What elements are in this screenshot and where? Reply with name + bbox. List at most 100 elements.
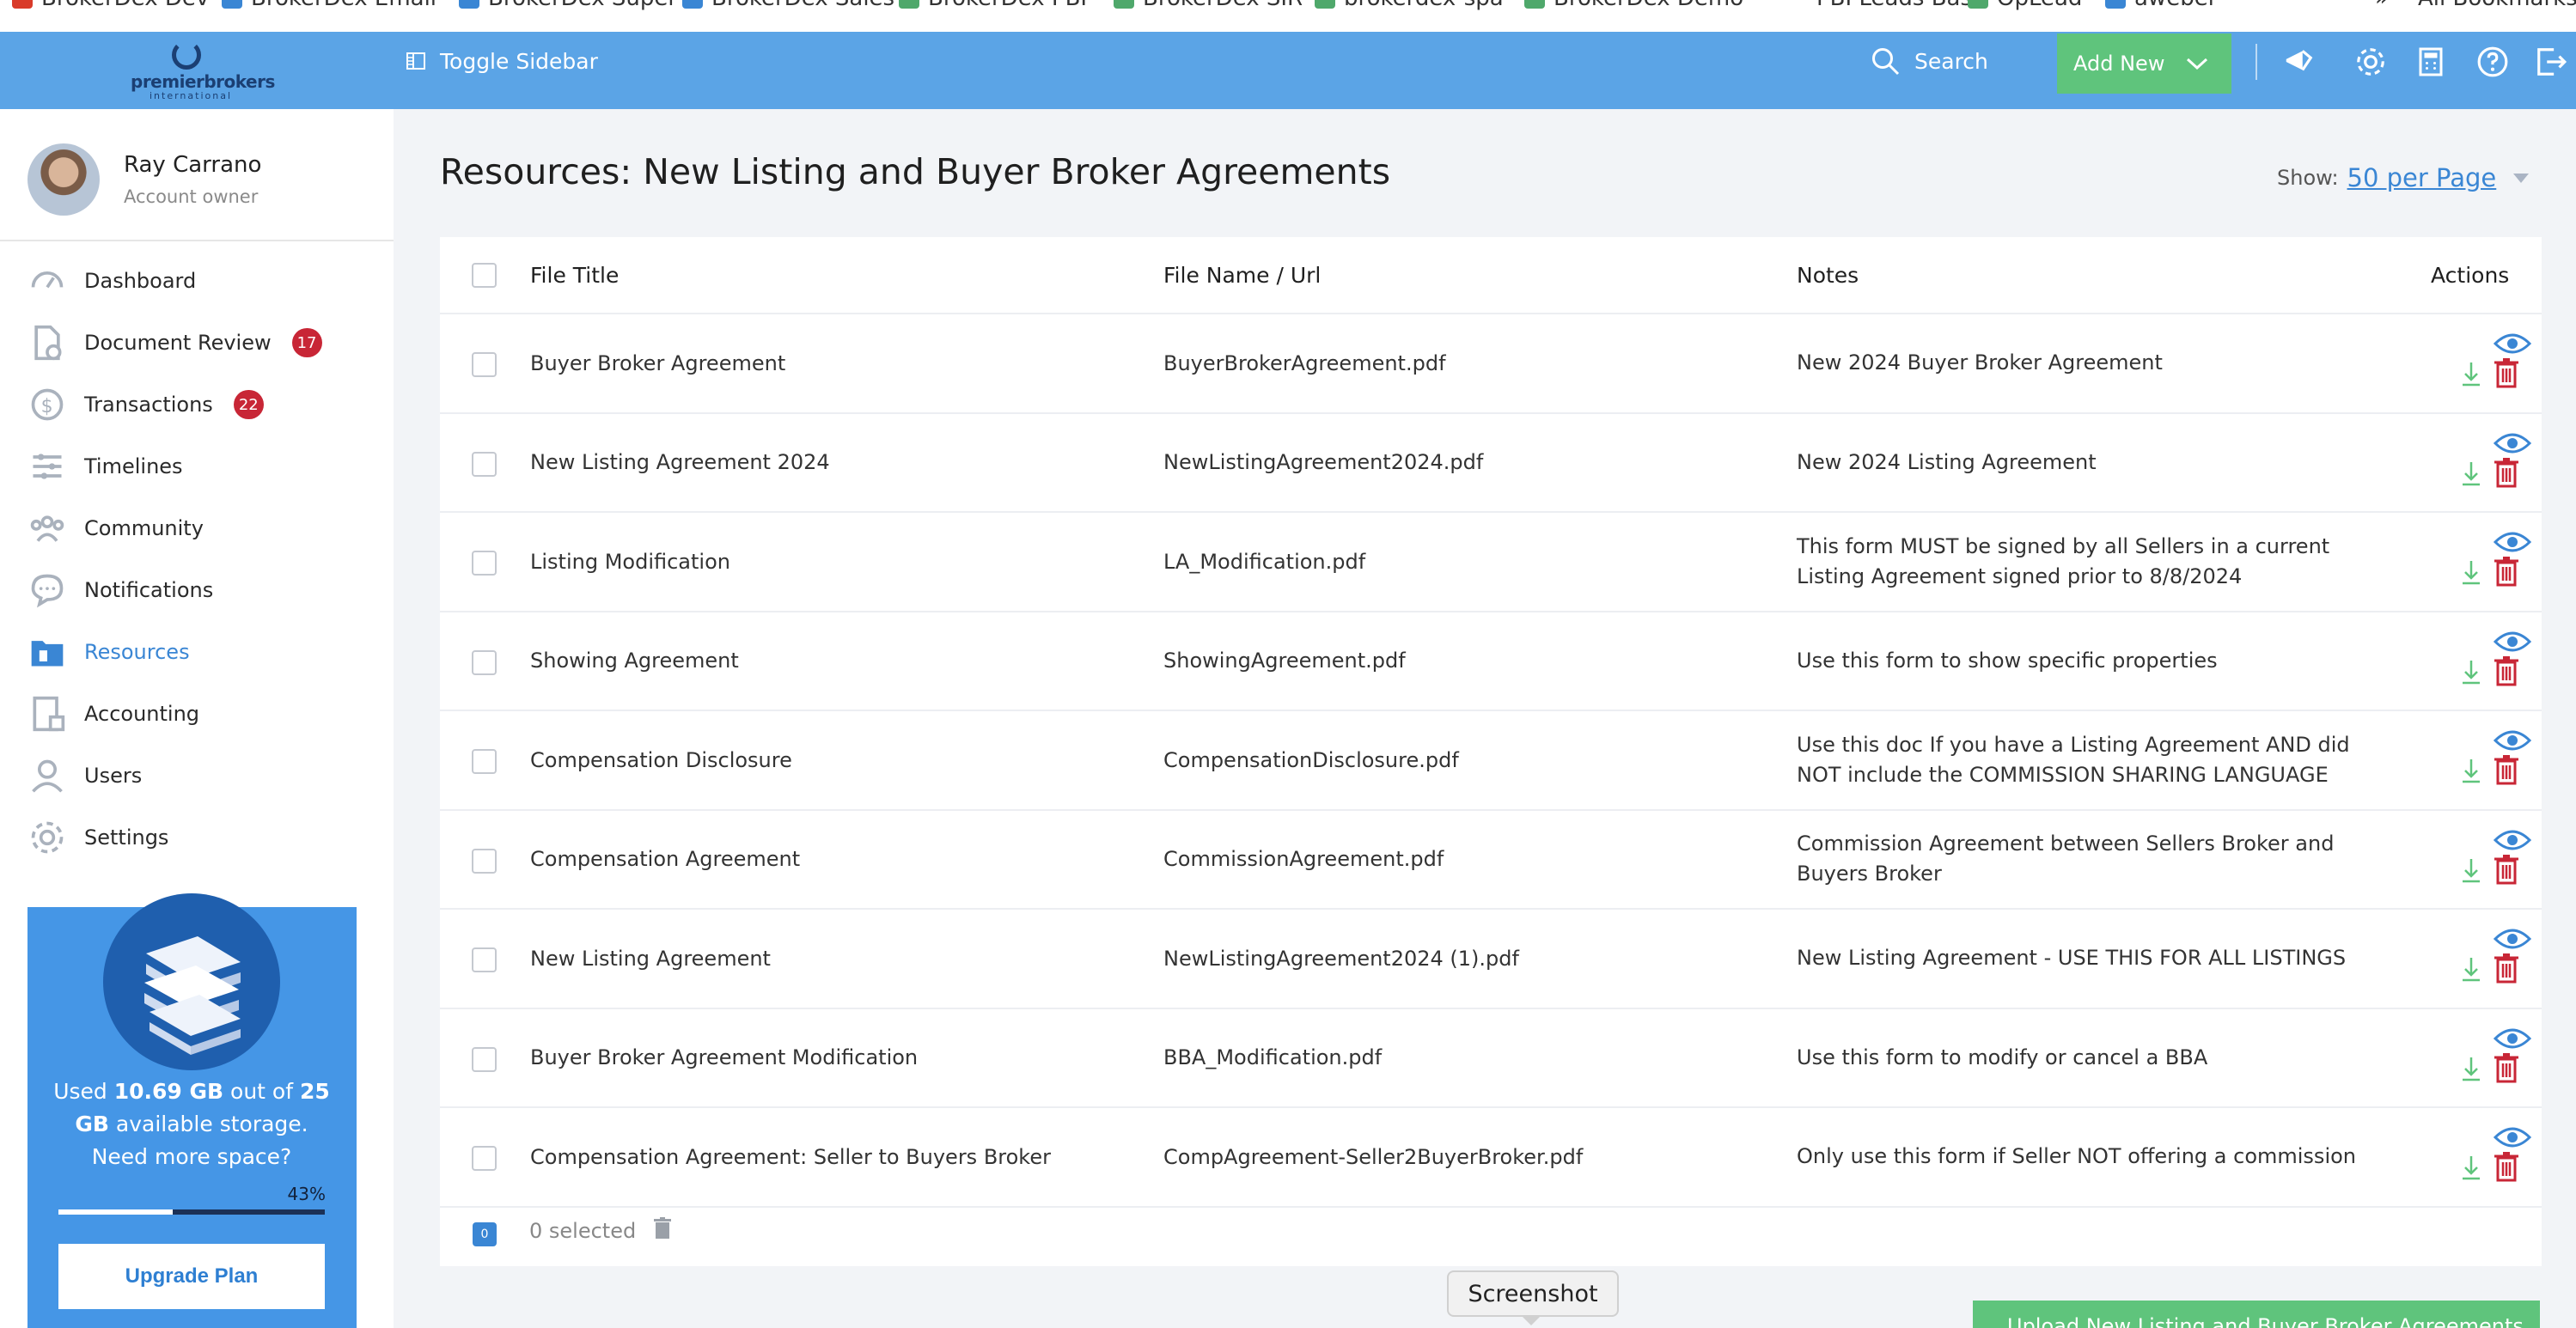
delete-button[interactable]	[2494, 1151, 2519, 1185]
row-checkbox[interactable]	[472, 451, 497, 477]
row-checkbox[interactable]	[472, 749, 497, 774]
view-button[interactable]	[2493, 530, 2532, 557]
bookmark-item[interactable]: aweber	[2105, 0, 2217, 14]
view-button[interactable]	[2493, 1026, 2532, 1054]
file-name-cell[interactable]: CompAgreement-Seller2BuyerBroker.pdf	[1163, 1108, 1583, 1206]
search-button[interactable]: Search	[1870, 44, 1988, 78]
help-button[interactable]	[2475, 44, 2511, 80]
view-button[interactable]	[2493, 332, 2532, 359]
bookmark-item[interactable]: PBI Leads Bash	[1787, 0, 1987, 14]
file-name-cell[interactable]: ShowingAgreement.pdf	[1163, 612, 1406, 710]
sidebar-item-notifications[interactable]: Notifications	[27, 570, 371, 611]
download-button[interactable]	[2461, 361, 2481, 390]
download-button[interactable]	[2461, 559, 2481, 588]
column-header-file-title[interactable]: File Title	[530, 237, 619, 313]
bookmark-item[interactable]: OpLead	[1968, 0, 2082, 14]
calculator-button[interactable]	[2413, 44, 2449, 80]
table-row[interactable]: New Listing Agreement 2024 NewListingAgr…	[440, 414, 2542, 513]
download-button[interactable]	[2461, 659, 2481, 688]
bookmark-favicon-icon	[2389, 0, 2409, 9]
avatar[interactable]	[27, 143, 100, 216]
file-name-cell[interactable]: BBA_Modification.pdf	[1163, 1009, 1382, 1107]
bookmark-item[interactable]: BrokerDex Dev	[12, 0, 209, 14]
table-row[interactable]: Compensation Agreement: Seller to Buyers…	[440, 1108, 2542, 1208]
per-page-selector[interactable]: Show: 50 per Page	[2277, 163, 2530, 192]
bookmark-item[interactable]: BrokerDex Super	[459, 0, 677, 14]
download-button[interactable]	[2461, 956, 2481, 985]
sidebar-item-document-review[interactable]: Document Review 17	[27, 322, 371, 363]
bookmark-item[interactable]: BrokerDex PBI	[899, 0, 1087, 14]
row-checkbox[interactable]	[472, 551, 497, 576]
trash-icon	[2494, 755, 2518, 785]
view-button[interactable]	[2493, 1125, 2532, 1153]
brand-logo[interactable]: premierbrokers international	[131, 40, 275, 101]
download-button[interactable]	[2461, 857, 2481, 886]
chevron-down-icon[interactable]	[2513, 173, 2530, 183]
user-profile[interactable]: Ray Carrano Account owner	[27, 143, 371, 229]
download-button[interactable]	[2461, 1154, 2481, 1184]
delete-button[interactable]	[2494, 953, 2519, 987]
bookmark-item[interactable]: BrokerDex SIR	[1114, 0, 1303, 14]
sidebar-item-community[interactable]: Community	[27, 508, 371, 549]
row-checkbox[interactable]	[472, 848, 497, 874]
view-button[interactable]	[2493, 431, 2532, 459]
sidebar-item-transactions[interactable]: $ Transactions 22	[27, 384, 371, 425]
toggle-sidebar-button[interactable]: Toggle Sidebar	[406, 44, 598, 78]
file-name-cell[interactable]: NewListingAgreement2024 (1).pdf	[1163, 910, 1519, 1008]
per-page-select[interactable]: 50 per Page	[2347, 163, 2497, 192]
upgrade-plan-button[interactable]: Upgrade Plan	[58, 1244, 325, 1309]
file-name-cell[interactable]: CompensationDisclosure.pdf	[1163, 711, 1459, 809]
announcements-button[interactable]	[2280, 44, 2317, 80]
file-name-cell[interactable]: CommissionAgreement.pdf	[1163, 811, 1444, 909]
view-button[interactable]	[2493, 927, 2532, 954]
delete-button[interactable]	[2494, 457, 2519, 491]
sidebar-item-accounting[interactable]: Accounting	[27, 693, 371, 734]
column-header-file-name[interactable]: File Name / Url	[1163, 237, 1321, 313]
upload-resource-button[interactable]: Upload New Listing and Buyer Broker Agre…	[1973, 1301, 2540, 1328]
bookmark-item[interactable]: brokerdex-spa	[1315, 0, 1504, 14]
delete-button[interactable]	[2494, 754, 2519, 789]
select-all-checkbox[interactable]	[472, 263, 497, 288]
view-button[interactable]	[2493, 630, 2532, 657]
delete-button[interactable]	[2494, 357, 2519, 392]
delete-button[interactable]	[2494, 854, 2519, 888]
table-row[interactable]: Compensation Disclosure CompensationDisc…	[440, 711, 2542, 811]
table-row[interactable]: Showing Agreement ShowingAgreement.pdf U…	[440, 612, 2542, 711]
bookmark-item[interactable]: BrokerDex Sales	[682, 0, 894, 14]
table-row[interactable]: Buyer Broker Agreement BuyerBrokerAgreem…	[440, 314, 2542, 414]
bookmark-item[interactable]: BrokerDex Email	[222, 0, 436, 14]
file-name-cell[interactable]: LA_Modification.pdf	[1163, 513, 1365, 611]
delete-button[interactable]	[2494, 556, 2519, 590]
add-new-button[interactable]: Add New	[2057, 34, 2231, 94]
bulk-delete-button[interactable]	[653, 1217, 672, 1243]
download-button[interactable]	[2461, 460, 2481, 490]
logout-button[interactable]	[2533, 44, 2569, 80]
bookmark-item[interactable]: BrokerDex Demo	[1524, 0, 1743, 14]
row-checkbox[interactable]	[472, 947, 497, 972]
sidebar-item-settings[interactable]: Settings	[27, 817, 371, 858]
download-button[interactable]	[2461, 1056, 2481, 1085]
view-button[interactable]	[2493, 728, 2532, 756]
sidebar-item-resources[interactable]: Resources	[27, 631, 371, 673]
download-button[interactable]	[2461, 758, 2481, 787]
settings-button[interactable]	[2353, 44, 2389, 80]
bookmark-item[interactable]: All Bookmarks	[2389, 0, 2576, 14]
delete-button[interactable]	[2494, 1052, 2519, 1087]
table-row[interactable]: New Listing Agreement NewListingAgreemen…	[440, 910, 2542, 1009]
row-checkbox[interactable]	[472, 1146, 497, 1171]
row-checkbox[interactable]	[472, 1046, 497, 1072]
row-checkbox[interactable]	[472, 352, 497, 377]
view-button[interactable]	[2493, 828, 2532, 856]
table-row[interactable]: Buyer Broker Agreement Modification BBA_…	[440, 1009, 2542, 1108]
delete-button[interactable]	[2494, 655, 2519, 690]
sidebar-item-dashboard[interactable]: Dashboard	[27, 260, 371, 302]
file-name-cell[interactable]: NewListingAgreement2024.pdf	[1163, 414, 1483, 512]
sidebar-item-users[interactable]: Users	[27, 755, 371, 796]
table-row[interactable]: Listing Modification LA_Modification.pdf…	[440, 513, 2542, 612]
sidebar-item-timelines[interactable]: Timelines	[27, 446, 371, 487]
file-name-cell[interactable]: BuyerBrokerAgreement.pdf	[1163, 314, 1446, 412]
bookmark-item[interactable]: »	[2346, 0, 2389, 14]
table-row[interactable]: Compensation Agreement CommissionAgreeme…	[440, 811, 2542, 910]
column-header-notes[interactable]: Notes	[1797, 237, 1859, 313]
row-checkbox[interactable]	[472, 649, 497, 675]
